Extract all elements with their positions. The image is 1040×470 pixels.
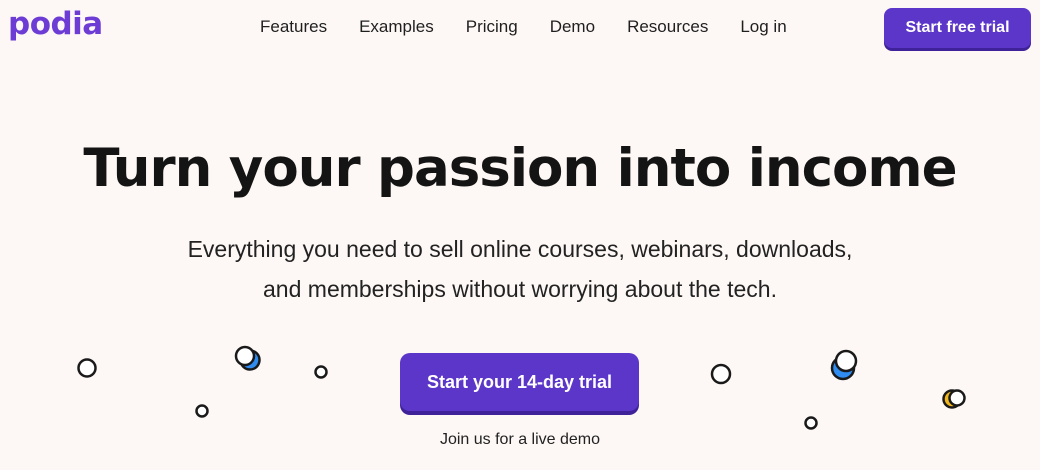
bubble-icon	[314, 365, 328, 379]
yellow-bubble-icon	[942, 389, 966, 409]
bubble-icon	[804, 416, 818, 430]
nav-login[interactable]: Log in	[740, 17, 786, 37]
main-nav: Features Examples Pricing Demo Resources…	[260, 17, 819, 37]
nav-pricing[interactable]: Pricing	[466, 17, 518, 37]
hero-subtitle-line: and memberships without worrying about t…	[263, 276, 777, 302]
podia-logo[interactable]: podia	[8, 6, 103, 42]
nav-examples[interactable]: Examples	[359, 17, 434, 37]
hero-subtitle: Everything you need to sell online cours…	[120, 229, 920, 309]
bubble-icon	[195, 404, 209, 418]
nav-features[interactable]: Features	[260, 17, 327, 37]
blue-bubble-icon	[234, 345, 261, 371]
nav-resources[interactable]: Resources	[627, 17, 708, 37]
bubble-icon	[77, 358, 97, 378]
site-header: podia Features Examples Pricing Demo Res…	[0, 0, 1040, 56]
blue-bubble-icon	[830, 349, 858, 381]
hero-subtitle-line: Everything you need to sell online cours…	[187, 236, 853, 262]
bubble-icon	[710, 363, 732, 385]
landing-page: podia Features Examples Pricing Demo Res…	[0, 0, 1040, 470]
start-free-trial-button[interactable]: Start free trial	[884, 8, 1031, 48]
start-14-day-trial-button[interactable]: Start your 14-day trial	[400, 353, 639, 411]
hero-title: Turn your passion into income	[83, 138, 957, 199]
live-demo-link[interactable]: Join us for a live demo	[0, 431, 1040, 449]
nav-demo[interactable]: Demo	[550, 17, 595, 37]
